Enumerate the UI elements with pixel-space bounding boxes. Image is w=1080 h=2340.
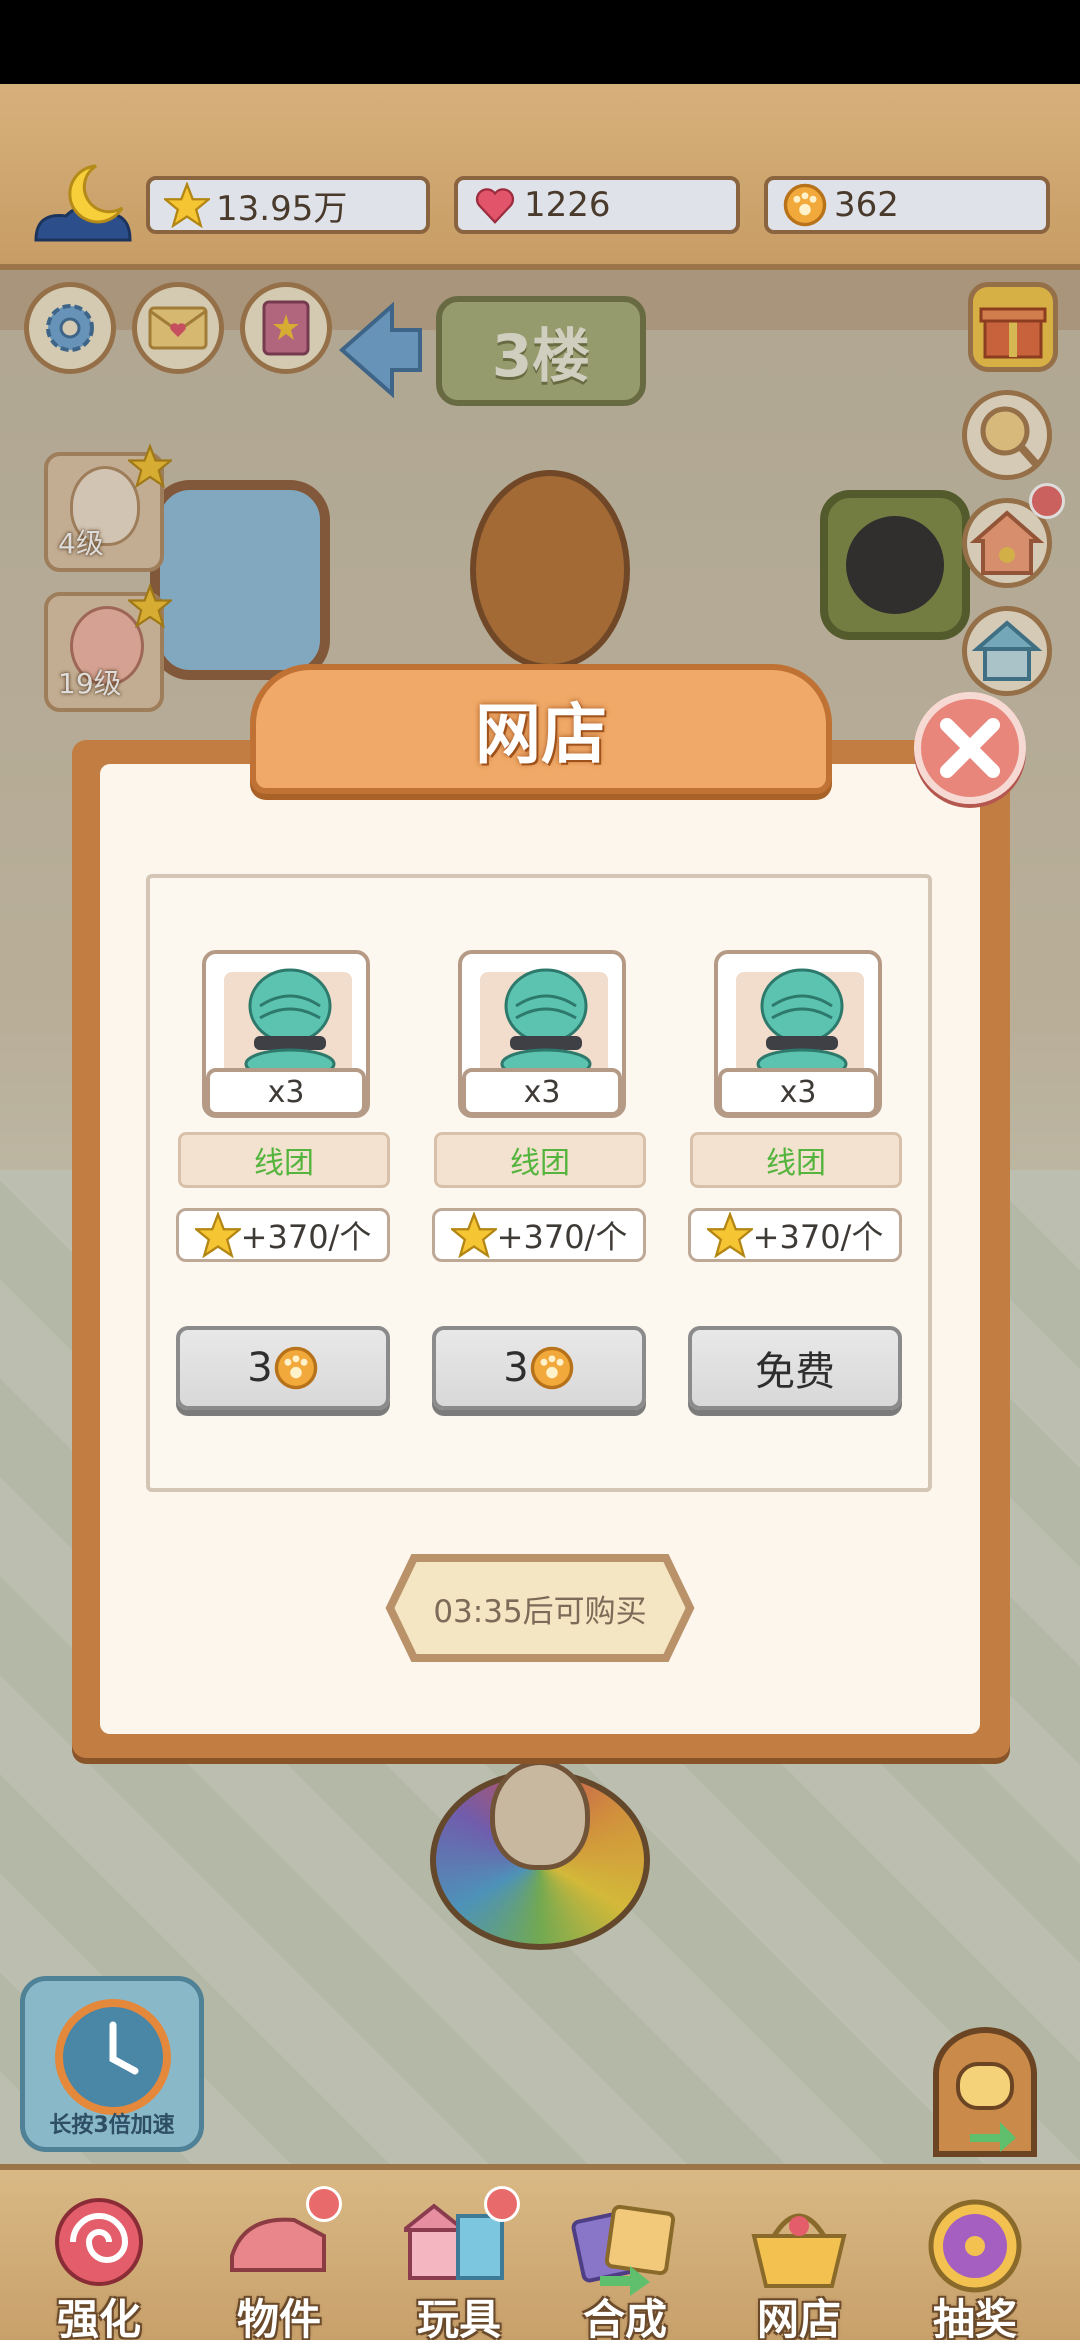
speedup-label: 长按3倍加速 [49, 2113, 175, 2138]
shop-item: x3 线团 +370/个 免费 [688, 950, 908, 1420]
speedup-button[interactable]: 长按3倍加速 [20, 1976, 204, 2152]
stars-value: 13.95万 [216, 188, 348, 229]
tab-lottery[interactable]: 抽奖 [900, 2190, 1050, 2340]
tab-upgrade[interactable]: 强化 [24, 2190, 174, 2340]
price-label: 免费 [755, 1349, 835, 1395]
lollipop-icon [55, 2198, 143, 2286]
tab-label: 强化 [56, 2295, 141, 2340]
item-quantity-label: x3 [779, 1074, 817, 1110]
star-icon [194, 1212, 241, 1258]
price-label: 3 [503, 1345, 529, 1391]
paw-coin-icon [783, 183, 827, 227]
shop-item: x3 线团 +370/个 3 [432, 950, 652, 1420]
item-quantity: x3 [462, 1068, 622, 1116]
notification-dot [306, 2186, 342, 2222]
item-name-label: 线团 [510, 1146, 570, 1181]
star-icon [164, 182, 210, 228]
free-claim-button[interactable]: 免费 [688, 1326, 902, 1410]
item-quantity: x3 [206, 1068, 366, 1116]
item-reward-label: +370/个 [240, 1218, 372, 1256]
yarn-ball-icon [244, 968, 336, 1076]
item-reward: +370/个 [432, 1208, 646, 1262]
hearts-counter: 1226 [454, 176, 740, 234]
winged-heart-icon [475, 188, 515, 224]
star-icon [450, 1212, 497, 1258]
exit-door-icon[interactable] [926, 2024, 1044, 2160]
close-icon [940, 718, 1000, 778]
item-name-label: 线团 [766, 1146, 826, 1181]
buy-button[interactable]: 3 [176, 1326, 390, 1410]
paw-coin-icon [274, 1346, 317, 1390]
tab-label: 物件 [236, 2295, 321, 2340]
buy-button[interactable]: 3 [432, 1326, 646, 1410]
item-name-label: 线团 [254, 1146, 314, 1181]
star-icon [706, 1212, 753, 1258]
item-reward-label: +370/个 [496, 1218, 628, 1256]
item-reward-label: +370/个 [752, 1218, 884, 1256]
cards-icon [571, 2204, 676, 2296]
item-quantity: x3 [718, 1068, 878, 1116]
shop-title: 网店 [475, 696, 607, 773]
item-quantity-label: x3 [523, 1074, 561, 1110]
tab-shop[interactable]: 网店 [724, 2190, 874, 2340]
item-reward: +370/个 [688, 1208, 902, 1262]
tab-label: 合成 [582, 2295, 667, 2340]
tab-label: 网店 [756, 2295, 841, 2340]
tab-toys[interactable]: 玩具 [384, 2186, 534, 2340]
yarn-ball-icon [756, 968, 848, 1076]
coins-value: 362 [834, 185, 899, 225]
item-reward: +370/个 [176, 1208, 390, 1262]
item-quantity-label: x3 [267, 1074, 305, 1110]
yarn-ball-icon [500, 968, 592, 1076]
item-name: 线团 [434, 1132, 646, 1188]
tab-label: 抽奖 [932, 2295, 1017, 2340]
paw-coin-icon [530, 1346, 573, 1390]
refresh-timer: 03:35后可购买 [384, 1552, 696, 1664]
hearts-value: 1226 [524, 185, 611, 225]
item-name: 线团 [690, 1132, 902, 1188]
tab-label: 玩具 [416, 2295, 501, 2340]
night-moon-icon[interactable] [26, 160, 136, 250]
status-bar [0, 0, 1080, 84]
stars-counter: 13.95万 [146, 176, 430, 234]
tab-objects[interactable]: 物件 [204, 2186, 354, 2340]
shop-basket-icon [751, 2213, 847, 2288]
shop-title-plate: 网店 [250, 664, 832, 794]
price-label: 3 [247, 1345, 273, 1391]
refresh-timer-label: 03:35后可购买 [433, 1593, 647, 1630]
alarm-clock-icon [55, 1999, 171, 2115]
close-button[interactable] [914, 692, 1026, 804]
shop-item: x3 线团 +370/个 3 [176, 950, 396, 1420]
item-name: 线团 [178, 1132, 390, 1188]
coins-counter: 362 [764, 176, 1050, 234]
prize-wheel-icon [928, 2199, 1022, 2293]
notification-dot [484, 2186, 520, 2222]
tab-merge[interactable]: 合成 [550, 2190, 700, 2340]
